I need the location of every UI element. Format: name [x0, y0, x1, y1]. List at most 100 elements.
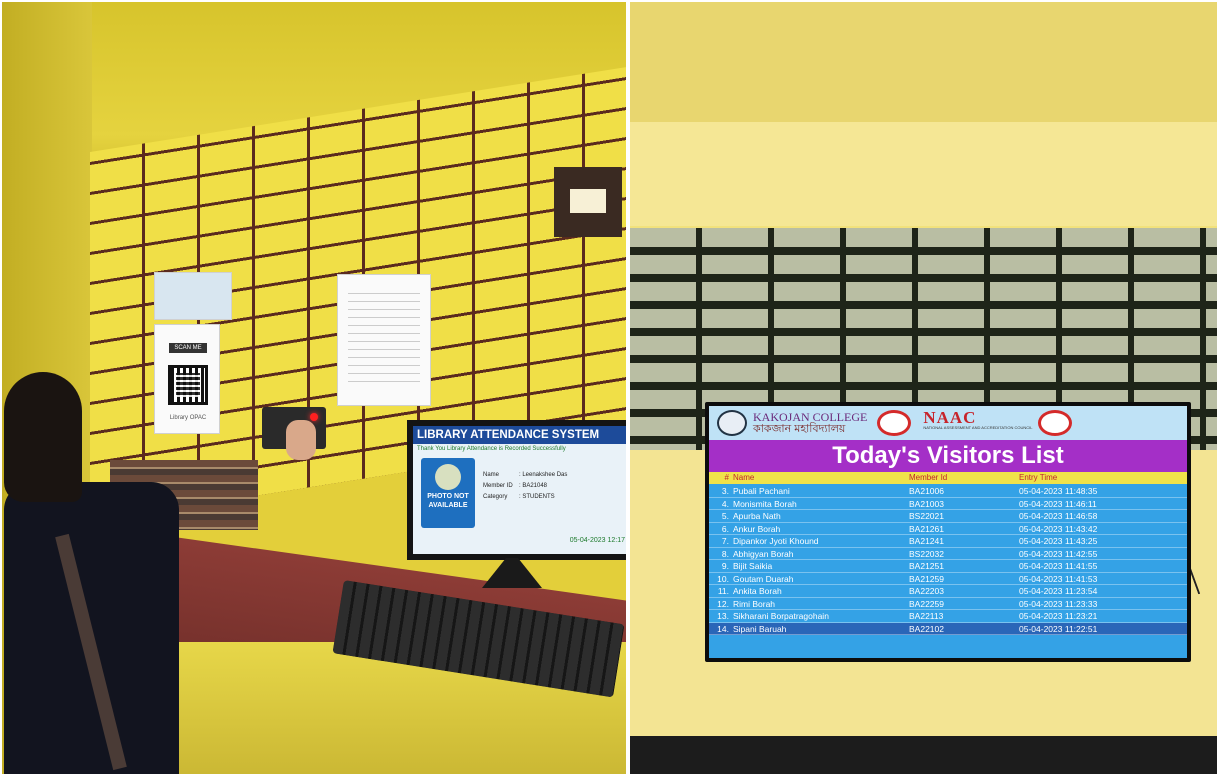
member-id: BA21003 [909, 498, 944, 509]
col-name: Name [733, 473, 755, 482]
row-number: 11. [717, 586, 729, 596]
row-number: 5. [721, 511, 729, 521]
attendance-subtitle: Thank You Library Attendance is Recorded… [417, 446, 566, 452]
row-number: 13. [717, 611, 729, 621]
small-poster [154, 272, 232, 320]
visitor-rows: 3. Pubali Pachani BA21006 05-04-2023 11:48:… [709, 485, 1187, 635]
attendance-date: 05-04-2023 12:17 [569, 537, 625, 544]
table-row: 6. Ankur Borah BA21261 05-04-2023 11:43:42 [709, 523, 1187, 535]
row-number: 3. [721, 486, 729, 496]
tv-header: KAKOJAN COLLEGE কাকজান মহাবিদ্যালয় NAAC… [709, 406, 1187, 440]
person-hand [286, 420, 316, 460]
field-value: : STUDENTS [519, 494, 555, 500]
entry-time: 05-04-2023 11:46:58 [1019, 511, 1098, 521]
member-id: BA21006 [909, 486, 944, 496]
member-id: BA22259 [909, 598, 944, 609]
field-row: Member ID : BA21048 [483, 481, 567, 492]
member-id: BA22102 [909, 623, 944, 634]
visitor-name: Sikharani Borpatragohain [733, 611, 829, 621]
table-row: 5. Apurba Nath BS22021 05-04-2023 11:46:58 [709, 510, 1187, 523]
visitor-name: Goutam Duarah [733, 573, 794, 584]
field-row: Category : STUDENTS [483, 492, 567, 503]
naac-box: NAAC NATIONAL ASSESSMENT AND ACCREDITATI… [923, 408, 1033, 433]
college-names: KAKOJAN COLLEGE কাকজান মহাবিদ্যালয় [753, 411, 867, 435]
qr-scan-label: SCAN ME [169, 343, 207, 353]
col-entry-time: Entry Time [1019, 473, 1058, 482]
person-hair [4, 372, 82, 502]
field-label: Name [483, 472, 500, 478]
member-id: BA21251 [909, 561, 944, 571]
tv-screen: KAKOJAN COLLEGE কাকজান মহাবিদ্যালয় NAAC… [709, 406, 1187, 658]
visitor-name: Ankita Borah [733, 586, 782, 596]
college-name-bn: কাকজান মহাবিদ্যালয় [753, 423, 846, 435]
table-row: 4. Monismita Borah BA21003 05-04-2023 11:46… [709, 498, 1187, 510]
table-row: 8. Abhigyan Borah BS22032 05-04-2023 11:42:… [709, 548, 1187, 560]
emblem-logo-icon [1038, 410, 1073, 436]
member-id: BA21241 [909, 536, 944, 546]
col-num: # [724, 473, 729, 482]
visitor-name: Bijit Saikia [733, 561, 773, 571]
visitor-name: Apurba Nath [733, 511, 781, 521]
visitor-name: Monismita Borah [733, 498, 797, 509]
right-photo-visitors-display: KAKOJAN COLLEGE কাকজান মহাবিদ্যালয় NAAC… [630, 2, 1217, 774]
field-row: Name : Leenakshee Das [483, 470, 567, 481]
row-number: 10. [717, 573, 729, 584]
row-number: 7. [721, 536, 729, 546]
attendance-fields: Name: Leenakshee Das Member ID: BA21048 … [483, 470, 567, 503]
entry-time: 05-04-2023 11:42:55 [1019, 548, 1098, 559]
table-row: 10. Goutam Duarah BA21259 05-04-2023 11:41:… [709, 573, 1187, 585]
ceiling [630, 2, 1217, 122]
entry-time: 05-04-2023 11:41:53 [1019, 573, 1098, 584]
table-row: 9. Bijit Saikia BA21251 05-04-2023 11:41:55 [709, 560, 1187, 573]
field-value: : BA21048 [519, 483, 548, 489]
wall-vent [554, 167, 622, 237]
member-id: BA21261 [909, 523, 944, 534]
member-id: BS22032 [909, 548, 944, 559]
row-number: 14. [717, 623, 729, 634]
entry-time: 05-04-2023 11:23:54 [1019, 586, 1098, 596]
visitor-name: Rimi Borah [733, 598, 776, 609]
row-number: 6. [721, 523, 729, 534]
entry-time: 05-04-2023 11:46:11 [1019, 498, 1097, 509]
floor-ledge [630, 736, 1217, 774]
entry-time: 05-04-2023 11:22:51 [1019, 623, 1098, 634]
field-value: : Leenakshee Das [519, 472, 568, 478]
table-header: # Name Member Id Entry Time [709, 472, 1187, 484]
entry-time: 05-04-2023 11:48:35 [1019, 486, 1098, 496]
photo-placeholder: PHOTO NOT AVAILABLE [421, 458, 475, 528]
member-id: BS22021 [909, 511, 944, 521]
entry-time: 05-04-2023 11:43:42 [1019, 523, 1098, 534]
entry-time: 05-04-2023 11:41:55 [1019, 561, 1098, 571]
visitors-list-title: Today's Visitors List [709, 440, 1187, 472]
table-row: 14. Sipani Baruah BA22102 05-04-2023 11:22:… [709, 622, 1187, 635]
left-photo-library-counter: SCAN ME Library OPAC LIBRARY ATTENDANCE … [2, 2, 626, 774]
row-number: 12. [717, 598, 729, 609]
col-member-id: Member Id [909, 473, 948, 482]
seal-logo-icon [877, 410, 912, 436]
row-number: 4. [721, 498, 729, 509]
table-row: 11. Ankita Borah BA22203 05-04-2023 11:23:5… [709, 585, 1187, 598]
visitors-tv: KAKOJAN COLLEGE কাকজান মহাবিদ্যালয় NAAC… [705, 402, 1191, 662]
monitor-stand [482, 558, 542, 588]
row-number: 9. [721, 561, 729, 571]
college-name-en: KAKOJAN COLLEGE [753, 410, 868, 424]
member-id: BA22113 [909, 611, 944, 621]
notice-paper [337, 274, 431, 406]
visitor-name: Pubali Pachani [733, 486, 790, 496]
field-label: Member ID [483, 483, 513, 489]
college-logo-icon [717, 410, 747, 436]
row-number: 8. [721, 548, 729, 559]
visitor-name: Abhigyan Borah [733, 548, 794, 559]
table-row: 7. Dipankor Jyoti Khound BA21241 05-04-2023… [709, 535, 1187, 548]
naac-sub: NATIONAL ASSESSMENT AND ACCREDITATION CO… [923, 425, 1033, 430]
attendance-title: LIBRARY ATTENDANCE SYSTEM [413, 426, 626, 444]
table-row: 12. Rimi Borah BA22259 05-04-2023 11:23:33 [709, 598, 1187, 610]
entry-time: 05-04-2023 11:23:33 [1019, 598, 1098, 609]
table-row: 13. Sikharani Borpatragohain BA22113 05-04-… [709, 610, 1187, 623]
visitor-name: Sipani Baruah [733, 623, 787, 634]
naac-label: NAAC [923, 408, 977, 427]
member-id: BA21259 [909, 573, 944, 584]
attendance-screen: LIBRARY ATTENDANCE SYSTEM Thank You Libr… [413, 426, 626, 554]
visitor-name: Ankur Borah [733, 523, 781, 534]
field-label: Category [483, 494, 508, 500]
